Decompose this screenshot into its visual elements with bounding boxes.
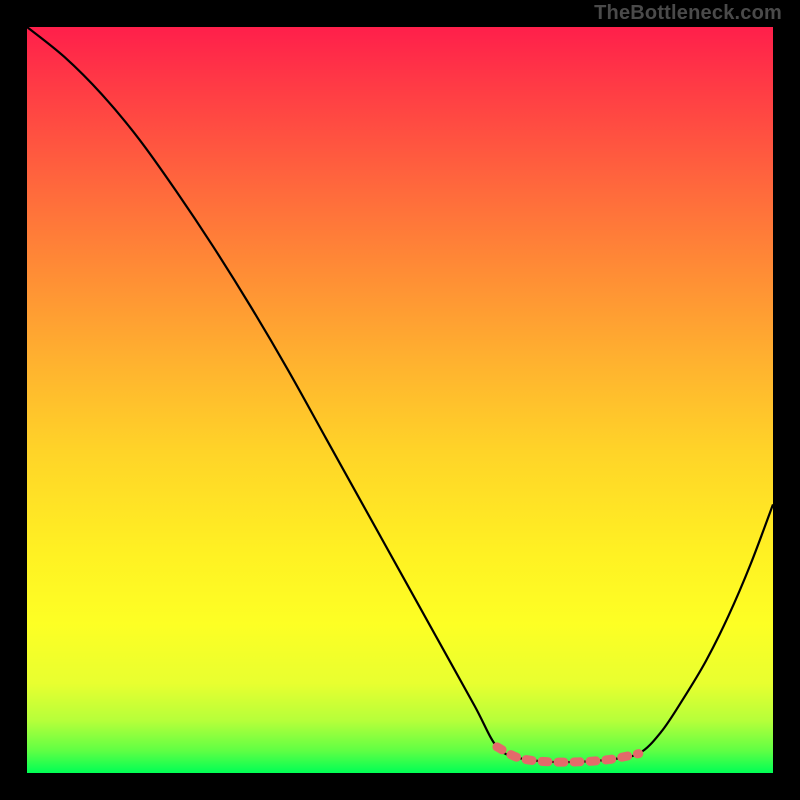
bottleneck-highlight	[497, 747, 639, 762]
chart-svg	[27, 27, 773, 773]
chart-plot-area	[27, 27, 773, 773]
brand-watermark: TheBottleneck.com	[594, 2, 782, 25]
bottleneck-curve	[27, 27, 773, 762]
